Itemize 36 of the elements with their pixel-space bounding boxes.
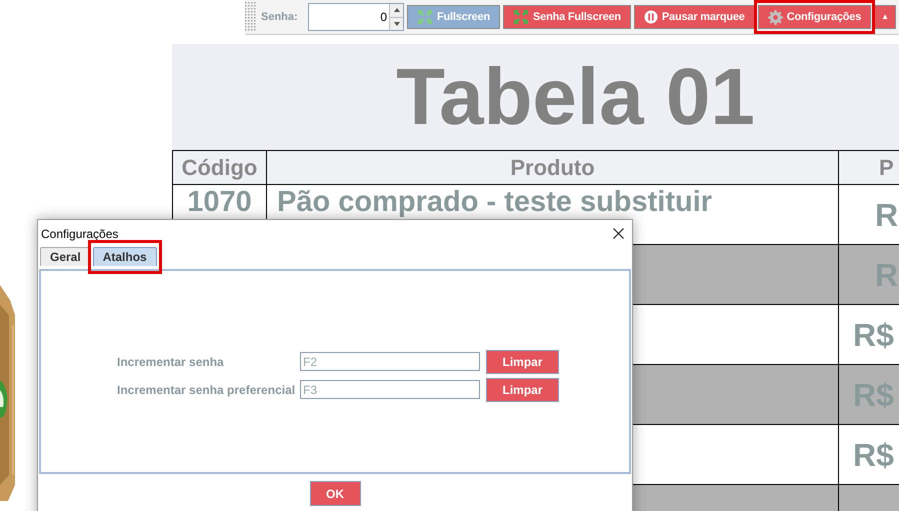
tab[interactable]: Geral <box>40 247 91 266</box>
senha-field[interactable]: 0 <box>309 4 389 30</box>
shortcut-label: Incrementar senha preferencial <box>117 382 296 398</box>
table-cell-text: R$ <box>853 436 894 474</box>
down-arrow-icon <box>394 22 400 26</box>
senha-label: Senha: <box>261 10 299 25</box>
page-title: Tabela 01 <box>396 57 755 137</box>
shortcut-field[interactable]: F3 <box>300 380 480 399</box>
clear-button[interactable]: Limpar <box>486 378 559 402</box>
toolbar-button[interactable]: Configurações <box>758 5 872 29</box>
expand-icon <box>417 9 433 25</box>
overflow-button[interactable]: ▲ <box>874 5 896 29</box>
close-icon[interactable] <box>613 228 624 239</box>
ok-button[interactable]: OK <box>310 481 360 506</box>
grip-icon[interactable] <box>245 2 256 32</box>
expand-icon <box>513 9 530 25</box>
settings-icon <box>768 10 783 24</box>
column-header: Produto <box>267 151 839 184</box>
table-cell: 1070 <box>187 187 252 217</box>
spin-up-button[interactable] <box>390 4 403 18</box>
spin-down-button[interactable] <box>390 18 403 30</box>
senha-spinner[interactable]: 0 <box>308 3 404 31</box>
column-header: Código <box>173 151 267 184</box>
toolbar-button[interactable]: Senha Fullscreen <box>503 5 631 29</box>
pause-icon <box>644 10 658 24</box>
tab[interactable]: Atalhos <box>92 247 157 266</box>
table-cell-text: R <box>875 196 898 234</box>
column-header: P <box>839 151 899 184</box>
shortcut-label: Incrementar senha <box>117 354 225 370</box>
table-cell-text: R$ <box>853 316 894 354</box>
dialog-title: Configurações <box>41 226 118 242</box>
table-cell: Pão comprado - teste substituir <box>277 187 712 217</box>
clear-button[interactable]: Limpar <box>486 350 559 374</box>
shortcut-field[interactable]: F2 <box>300 352 480 371</box>
up-arrow-icon <box>394 8 400 12</box>
toolbar-button[interactable]: Pausar marquee <box>634 5 755 29</box>
